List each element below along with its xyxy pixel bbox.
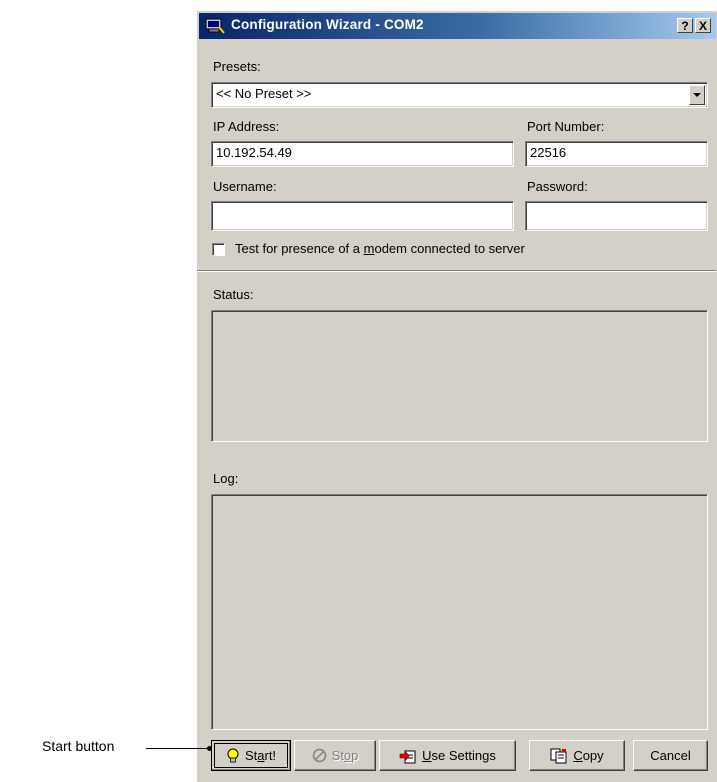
- use-settings-button-label: Use Settings: [422, 748, 496, 763]
- ip-address-value: 10.192.54.49: [216, 145, 292, 160]
- start-button-label: Start!: [244, 748, 277, 763]
- password-field[interactable]: [525, 201, 708, 231]
- status-box: [211, 310, 708, 442]
- log-label: Log:: [213, 471, 239, 486]
- divider: [197, 270, 716, 272]
- configuration-wizard-dialog: Configuration Wizard - COM2 ? X Presets:…: [196, 10, 717, 782]
- stop-button[interactable]: Stop: [294, 740, 376, 771]
- apply-settings-icon: [399, 749, 416, 763]
- ip-address-label: IP Address:: [213, 119, 280, 134]
- copy-button-label: Copy: [573, 748, 604, 763]
- password-label: Password:: [527, 179, 588, 194]
- presets-selected-value: << No Preset >>: [216, 86, 312, 101]
- ip-address-field[interactable]: 10.192.54.49: [211, 141, 514, 167]
- copy-icon: [550, 748, 567, 763]
- modem-test-label[interactable]: Test for presence of a modem connected t…: [235, 241, 525, 256]
- port-number-field[interactable]: 22516: [525, 141, 708, 167]
- presets-dropdown[interactable]: << No Preset >>: [211, 82, 708, 108]
- serial-port-icon: [205, 18, 225, 34]
- cancel-button-label: Cancel: [650, 748, 691, 763]
- copy-button[interactable]: Copy: [529, 740, 625, 771]
- use-settings-button[interactable]: Use Settings: [379, 740, 516, 771]
- presets-label: Presets:: [213, 59, 261, 74]
- help-button[interactable]: ?: [677, 18, 693, 33]
- start-button-callout-label: Start button: [42, 738, 115, 754]
- stop-button-label: Stop: [331, 748, 359, 763]
- status-label: Status:: [213, 287, 254, 302]
- port-number-value: 22516: [530, 145, 567, 160]
- window-title: Configuration Wizard - COM2: [231, 17, 424, 32]
- stop-icon: [312, 748, 326, 763]
- title-bar[interactable]: Configuration Wizard - COM2 ? X: [199, 13, 716, 39]
- close-button[interactable]: X: [695, 18, 711, 33]
- callout-dot: [207, 746, 212, 751]
- callout-leader-line: [146, 748, 210, 749]
- username-label: Username:: [213, 179, 277, 194]
- username-field[interactable]: [211, 201, 514, 231]
- cancel-button[interactable]: Cancel: [633, 740, 708, 771]
- log-box[interactable]: [211, 494, 708, 730]
- modem-test-checkbox[interactable]: [212, 243, 225, 256]
- start-button[interactable]: Start!: [211, 740, 291, 771]
- port-number-label: Port Number:: [527, 119, 605, 134]
- chevron-down-icon[interactable]: [689, 85, 705, 105]
- lightbulb-icon: [227, 748, 239, 762]
